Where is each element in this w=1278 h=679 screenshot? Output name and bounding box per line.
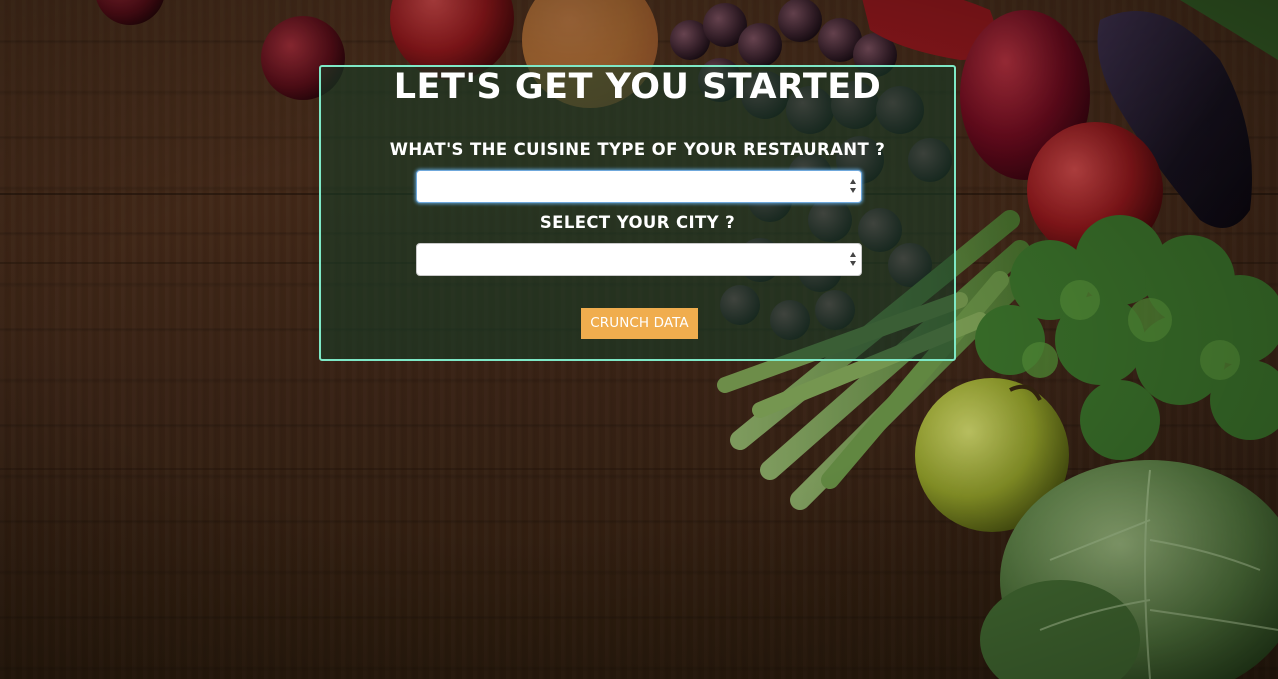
get-started-form: LET'S GET YOU STARTED WHAT'S THE CUISINE… <box>319 65 956 361</box>
select-arrows-icon <box>850 252 856 266</box>
cuisine-type-label: WHAT'S THE CUISINE TYPE OF YOUR RESTAURA… <box>389 140 886 159</box>
crunch-data-button[interactable]: CRUNCH DATA <box>581 308 698 339</box>
cuisine-type-select[interactable] <box>416 170 862 203</box>
city-label: SELECT YOUR CITY ? <box>539 213 736 232</box>
city-select[interactable] <box>416 243 862 276</box>
page-title: LET'S GET YOU STARTED <box>393 67 882 107</box>
select-arrows-icon <box>850 179 856 193</box>
